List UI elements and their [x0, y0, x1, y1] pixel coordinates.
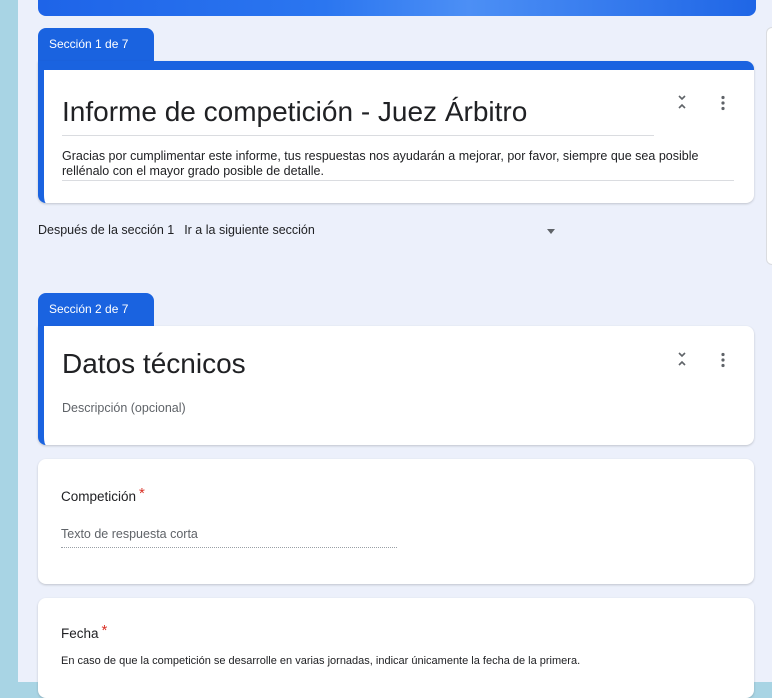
question-card-competicion[interactable]: Competición * Texto de respuesta corta: [38, 459, 754, 584]
section-2-tab-label: Sección 2 de 7: [49, 302, 129, 316]
more-vert-icon: [721, 352, 725, 368]
required-asterisk: *: [101, 622, 108, 639]
collapse-section-1-button[interactable]: [676, 94, 688, 115]
section-2-title[interactable]: Datos técnicos: [62, 348, 246, 380]
after-section-select[interactable]: Ir a la siguiente sección: [184, 223, 315, 237]
header-banner-image: [38, 0, 756, 16]
short-answer-field: Texto de respuesta corta: [61, 527, 397, 548]
after-section-label: Después de la sección 1: [38, 223, 175, 237]
section-1-tab: Sección 1 de 7: [38, 28, 154, 62]
collapse-icon: [678, 352, 686, 366]
section-2-tab: Sección 2 de 7: [38, 293, 154, 327]
after-section-1-row[interactable]: Después de la sección 1 Ir a la siguiente…: [38, 223, 315, 237]
section-1-title[interactable]: Informe de competición - Juez Árbitro: [62, 96, 527, 128]
arrow-drop-down-icon[interactable]: [547, 229, 555, 234]
more-vert-icon: [721, 95, 725, 111]
collapse-icon: [678, 95, 686, 109]
section-2-more-button[interactable]: [720, 352, 726, 373]
question-title-text: Fecha: [61, 626, 99, 641]
question-title-text: Competición: [61, 489, 137, 504]
section-1-description[interactable]: Gracias por cumplimentar este informe, t…: [62, 149, 734, 179]
question-title: Fecha *: [61, 622, 107, 641]
section-2-description-placeholder[interactable]: Descripción (opcional): [62, 401, 186, 415]
section-1-tab-label: Sección 1 de 7: [49, 37, 129, 51]
question-title: Competición *: [61, 485, 145, 504]
collapse-section-2-button[interactable]: [676, 351, 688, 372]
section-1-header-card[interactable]: Informe de competición - Juez Árbitro Gr…: [38, 61, 754, 203]
question-card-fecha[interactable]: Fecha * En caso de que la competición se …: [38, 598, 754, 698]
section-1-more-button[interactable]: [720, 95, 726, 116]
question-description: En caso de que la competición se desarro…: [61, 655, 581, 667]
section-2-header-card[interactable]: Datos técnicos Descripción (opcional): [38, 326, 754, 445]
required-asterisk: *: [139, 485, 145, 502]
section-1-title-underline: [62, 135, 654, 136]
section-1-description-underline: [62, 180, 734, 181]
floating-toolbar[interactable]: [766, 27, 772, 265]
